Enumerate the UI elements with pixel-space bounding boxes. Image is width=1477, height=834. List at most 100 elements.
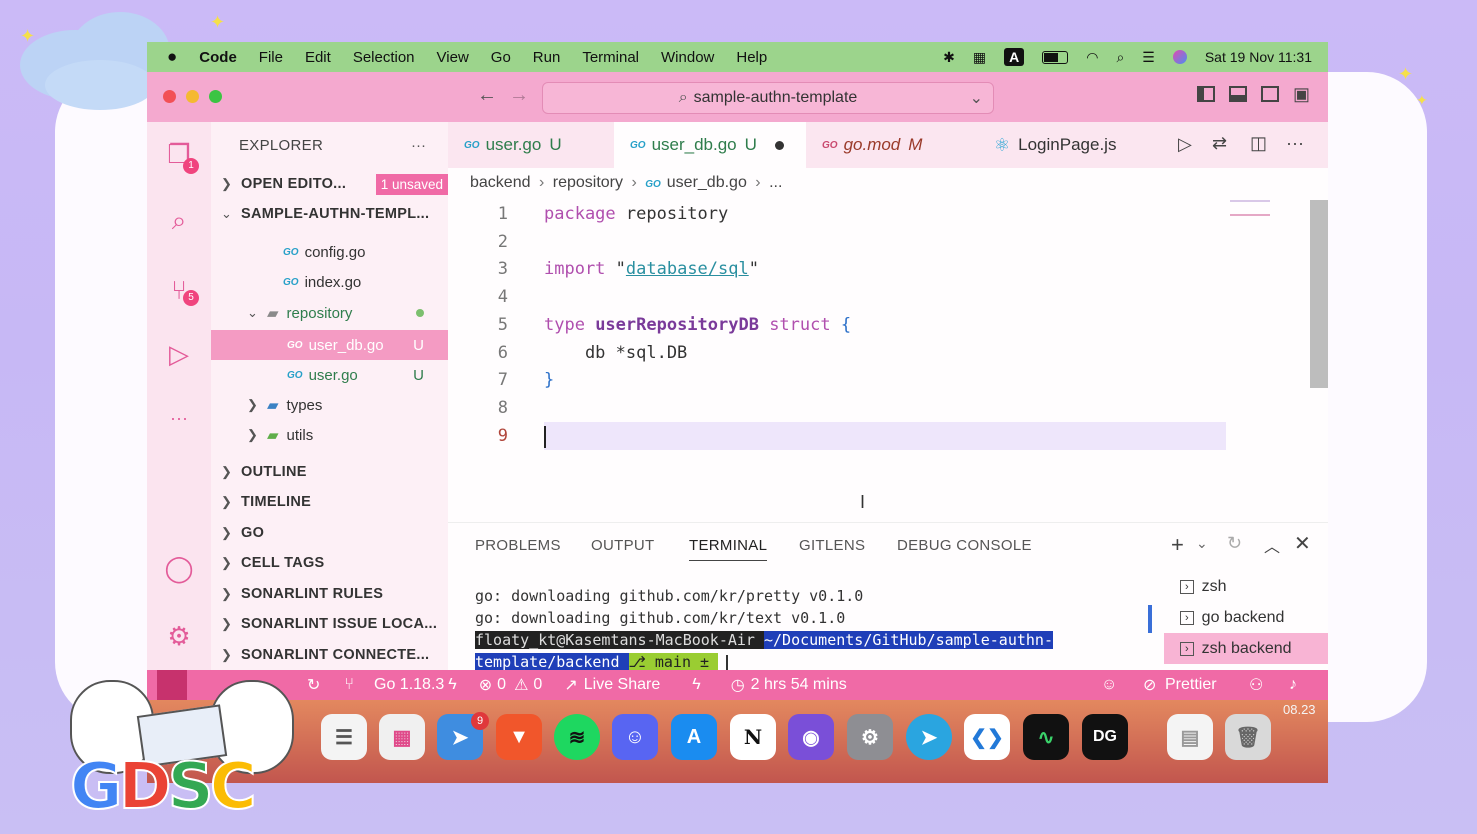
menu-run[interactable]: Run xyxy=(533,49,561,66)
error-icon[interactable]: ⊗ xyxy=(479,675,492,695)
terminal-output[interactable]: go: downloading github.com/kr/pretty v0.… xyxy=(475,585,1135,673)
sonarlint-rules-section[interactable]: ❯ SONARLINT RULES xyxy=(211,580,448,608)
telegram-icon[interactable]: ➤ xyxy=(906,714,952,760)
terminal-item[interactable]: › go backend xyxy=(1164,602,1328,633)
menu-go[interactable]: Go xyxy=(491,49,511,66)
import-path-link[interactable]: database/sql xyxy=(626,259,749,279)
new-terminal-icon[interactable]: + xyxy=(1171,532,1184,558)
menu-view[interactable]: View xyxy=(437,49,469,66)
warning-icon[interactable]: ⚠ xyxy=(514,675,528,695)
github-desktop-icon[interactable]: ◉ xyxy=(788,714,834,760)
run-debug-icon[interactable]: ▷ xyxy=(163,338,195,370)
file-item[interactable]: GO index.go xyxy=(211,268,448,296)
copilot-icon[interactable]: ☺ xyxy=(1101,676,1117,694)
go-version[interactable]: Go 1.18.3 xyxy=(374,676,444,694)
vscode-icon[interactable]: ❮❯ xyxy=(964,714,1010,760)
reminders-icon[interactable]: ☰ xyxy=(321,714,367,760)
menu-terminal[interactable]: Terminal xyxy=(582,49,639,66)
tab-debug-console[interactable]: DEBUG CONSOLE xyxy=(897,537,1032,554)
sonarlint-issue-section[interactable]: ❯ SONARLINT ISSUE LOCA... xyxy=(211,610,448,638)
command-center-search[interactable]: ⌕ sample-authn-template ⌄ xyxy=(542,82,994,114)
tab-output[interactable]: OUTPUT xyxy=(591,537,654,554)
chevron-down-icon[interactable]: ⌄ xyxy=(970,88,983,108)
customize-layout-icon[interactable]: ▣ xyxy=(1293,84,1310,105)
relaunch-icon[interactable]: ↻ xyxy=(1227,533,1242,554)
file-item-selected[interactable]: GO user_db.go U xyxy=(211,330,448,360)
trash-icon[interactable]: 🗑 xyxy=(1225,714,1271,760)
document-icon[interactable]: ▤ xyxy=(1167,714,1213,760)
spotify-icon[interactable]: ≋ xyxy=(554,714,600,760)
tab-terminal[interactable]: TERMINAL xyxy=(689,537,768,561)
git-graph-icon[interactable]: ⑂ xyxy=(344,676,354,694)
siri-icon[interactable] xyxy=(1172,50,1187,64)
project-section[interactable]: ⌄ SAMPLE-AUTHN-TEMPL... xyxy=(211,200,448,228)
file-item[interactable]: GO user.go U xyxy=(211,361,448,389)
notifications-bell-icon[interactable]: ♪ xyxy=(1289,676,1297,694)
folder-item[interactable]: ❯ ▰ utils xyxy=(211,421,448,449)
editor-scrollbar[interactable] xyxy=(1310,200,1328,388)
toggle-sidebar-icon[interactable] xyxy=(1197,86,1215,102)
system-preferences-icon[interactable]: ⚙ xyxy=(847,714,893,760)
control-center-icon[interactable]: ☰ xyxy=(1142,49,1155,66)
clock[interactable]: Sat 19 Nov 11:31 xyxy=(1205,49,1312,65)
chevron-down-icon[interactable]: ⌄ xyxy=(1196,535,1208,552)
warning-count[interactable]: 0 xyxy=(533,676,542,694)
minimap[interactable] xyxy=(1230,200,1270,216)
tab-problems[interactable]: PROBLEMS xyxy=(475,537,561,554)
toggle-secondary-sidebar-icon[interactable] xyxy=(1261,86,1279,102)
datagrip-icon[interactable]: DG xyxy=(1082,714,1128,760)
timeline-section[interactable]: ❯ TIMELINE xyxy=(211,488,448,516)
brave-icon[interactable]: ▼ xyxy=(496,714,542,760)
more-icon[interactable]: ··· xyxy=(163,402,195,434)
cell-tags-section[interactable]: ❯ CELL TAGS xyxy=(211,549,448,577)
apple-icon[interactable]: ● xyxy=(167,47,177,67)
settings-gear-icon[interactable]: ⚙ xyxy=(163,620,195,652)
lightning-icon[interactable]: ϟ xyxy=(448,676,456,694)
tab-gitlens[interactable]: GITLENS xyxy=(799,537,865,554)
account-icon[interactable]: ◯ xyxy=(163,552,195,584)
menu-window[interactable]: Window xyxy=(661,49,714,66)
open-editors-section[interactable]: ❯ OPEN EDITO... 1 unsaved xyxy=(211,170,448,198)
discord-icon[interactable]: ☺ xyxy=(612,714,658,760)
go-section[interactable]: ❯ GO xyxy=(211,519,448,547)
file-item[interactable]: GO config.go xyxy=(211,238,448,266)
history-icon[interactable]: ◷ xyxy=(731,675,745,695)
menu-edit[interactable]: Edit xyxy=(305,49,331,66)
search-icon[interactable]: ⌕ xyxy=(1116,49,1124,66)
menu-app[interactable]: Code xyxy=(199,49,237,66)
feedback-icon[interactable]: ⚇ xyxy=(1249,675,1263,695)
folder-item[interactable]: ⌄ ▰ repository xyxy=(211,299,448,327)
notion-icon[interactable]: N xyxy=(730,714,776,760)
menu-selection[interactable]: Selection xyxy=(353,49,415,66)
code-lines[interactable]: 1 package repository 2 3 import "database/… xyxy=(448,122,1328,522)
launchpad-icon[interactable]: ▦ xyxy=(379,714,425,760)
lightning-icon[interactable]: ϟ xyxy=(692,676,700,694)
sonarlint-connected-section[interactable]: ❯ SONARLINT CONNECTE... xyxy=(211,641,448,669)
search-icon[interactable]: ⌕ xyxy=(163,204,195,236)
wifi-icon[interactable]: ◠ xyxy=(1086,49,1098,66)
terminal-scrollbar[interactable] xyxy=(1148,605,1152,633)
live-share-icon[interactable]: ↗ xyxy=(564,675,577,695)
toggle-panel-icon[interactable] xyxy=(1229,86,1247,102)
minimize-window-button[interactable] xyxy=(186,90,199,103)
error-count[interactable]: 0 xyxy=(497,676,506,694)
explorer-more-icon[interactable]: ··· xyxy=(411,137,426,154)
prettier-icon[interactable]: ⊘ xyxy=(1143,675,1156,695)
close-panel-icon[interactable]: ✕ xyxy=(1294,531,1311,556)
outline-section[interactable]: ❯ OUTLINE xyxy=(211,458,448,486)
terminal-item-active[interactable]: › zsh backend xyxy=(1164,633,1328,664)
keyboard-icon[interactable]: ▦ xyxy=(973,49,986,66)
activity-monitor-icon[interactable]: ∿ xyxy=(1023,714,1069,760)
input-source-icon[interactable]: A xyxy=(1004,48,1025,66)
close-window-button[interactable] xyxy=(163,90,176,103)
maximize-panel-icon[interactable]: ︿ xyxy=(1264,533,1280,557)
live-share-button[interactable]: Live Share xyxy=(584,676,661,694)
terminal-item[interactable]: › zsh xyxy=(1164,571,1328,602)
prettier-label[interactable]: Prettier xyxy=(1165,676,1217,694)
menu-help[interactable]: Help xyxy=(736,49,767,66)
menu-file[interactable]: File xyxy=(259,49,283,66)
folder-item[interactable]: ❯ ▰ types xyxy=(211,391,448,419)
forward-arrow-icon[interactable]: → xyxy=(509,84,529,107)
bluetooth-icon[interactable]: ✱ xyxy=(943,49,955,66)
battery-icon[interactable] xyxy=(1042,50,1069,64)
